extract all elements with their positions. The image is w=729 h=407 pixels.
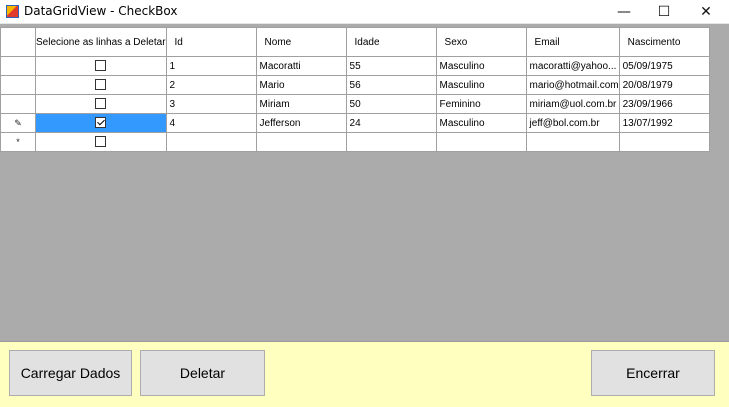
delete-button[interactable]: Deletar: [140, 350, 265, 396]
cell-sexo[interactable]: [435, 132, 527, 152]
column-header-nascimento[interactable]: Nascimento: [618, 27, 710, 57]
data-grid: Selecione as linhas a Deletar Id Nome Id…: [0, 27, 710, 152]
delete-checkbox-cell[interactable]: [35, 132, 167, 152]
cell-email[interactable]: macoratti@yahoo...: [525, 56, 620, 76]
cell-sexo[interactable]: Masculino: [435, 75, 527, 95]
cell-email[interactable]: mario@hotmail.com: [525, 75, 620, 95]
cell-email[interactable]: [525, 132, 620, 152]
cell-idade[interactable]: 55: [345, 56, 437, 76]
column-header-idade[interactable]: Idade: [345, 27, 437, 57]
delete-checkbox[interactable]: [95, 98, 107, 110]
row-header[interactable]: [0, 94, 36, 114]
cell-idade[interactable]: 24: [345, 113, 437, 133]
cell-nome[interactable]: [255, 132, 347, 152]
column-header-select[interactable]: Selecione as linhas a Deletar: [35, 27, 167, 57]
cell-nascimento[interactable]: 20/08/1979: [618, 75, 710, 95]
cell-email[interactable]: miriam@uol.com.br: [525, 94, 620, 114]
new-row-asterisk-icon: *: [16, 136, 20, 147]
cell-id[interactable]: [165, 132, 257, 152]
table-row[interactable]: 2 Mario 56 Masculino mario@hotmail.com 2…: [0, 75, 710, 95]
column-header-sexo[interactable]: Sexo: [435, 27, 527, 57]
delete-checkbox-cell[interactable]: [35, 113, 167, 133]
table-row[interactable]: 1 Macoratti 55 Masculino macoratti@yahoo…: [0, 56, 710, 76]
column-header-email[interactable]: Email: [525, 27, 620, 57]
column-header-nome[interactable]: Nome: [255, 27, 347, 57]
cell-id[interactable]: 2: [165, 75, 257, 95]
edit-pencil-icon: ✎: [14, 117, 22, 128]
cell-idade[interactable]: [345, 132, 437, 152]
delete-checkbox-cell[interactable]: [35, 56, 167, 76]
cell-nome[interactable]: Macoratti: [255, 56, 347, 76]
delete-checkbox-cell[interactable]: [35, 94, 167, 114]
new-row[interactable]: *: [0, 132, 710, 152]
cell-nome[interactable]: Miriam: [255, 94, 347, 114]
row-header[interactable]: [0, 56, 36, 76]
delete-checkbox[interactable]: [95, 60, 107, 72]
app-icon: [6, 5, 19, 18]
maximize-button[interactable]: ☐: [644, 0, 684, 24]
grid-corner-header[interactable]: [0, 27, 36, 57]
button-panel: Carregar Dados Deletar Encerrar: [0, 341, 729, 407]
load-data-button[interactable]: Carregar Dados: [9, 350, 132, 396]
close-button[interactable]: Encerrar: [591, 350, 715, 396]
column-header-id[interactable]: Id: [165, 27, 257, 57]
cell-sexo[interactable]: Feminino: [435, 94, 527, 114]
data-grid-view[interactable]: Selecione as linhas a Deletar Id Nome Id…: [0, 24, 729, 341]
cell-nome[interactable]: Mario: [255, 75, 347, 95]
table-row[interactable]: 3 Miriam 50 Feminino miriam@uol.com.br 2…: [0, 94, 710, 114]
delete-checkbox[interactable]: [95, 79, 107, 91]
cell-id[interactable]: 3: [165, 94, 257, 114]
cell-idade[interactable]: 50: [345, 94, 437, 114]
cell-sexo[interactable]: Masculino: [435, 56, 527, 76]
window-title: DataGridView - CheckBox: [24, 4, 178, 18]
cell-nascimento[interactable]: 23/09/1966: [618, 94, 710, 114]
cell-id[interactable]: 1: [165, 56, 257, 76]
cell-sexo[interactable]: Masculino: [435, 113, 527, 133]
cell-nascimento[interactable]: 05/09/1975: [618, 56, 710, 76]
cell-nascimento[interactable]: 13/07/1992: [618, 113, 710, 133]
row-header[interactable]: *: [0, 132, 36, 152]
title-bar: DataGridView - CheckBox — ☐ ✕: [0, 0, 729, 24]
delete-checkbox-cell[interactable]: [35, 75, 167, 95]
delete-checkbox[interactable]: [95, 136, 107, 148]
cell-idade[interactable]: 56: [345, 75, 437, 95]
cell-nome[interactable]: Jefferson: [255, 113, 347, 133]
cell-email[interactable]: jeff@bol.com.br: [525, 113, 620, 133]
row-header[interactable]: [0, 75, 36, 95]
close-window-button[interactable]: ✕: [686, 0, 726, 24]
delete-checkbox[interactable]: [95, 117, 107, 129]
cell-nascimento[interactable]: [618, 132, 710, 152]
cell-id[interactable]: 4: [165, 113, 257, 133]
table-row[interactable]: ✎ 4 Jefferson 24 Masculino jeff@bol.com.…: [0, 113, 710, 133]
row-header[interactable]: ✎: [0, 113, 36, 133]
minimize-button[interactable]: —: [604, 0, 644, 24]
